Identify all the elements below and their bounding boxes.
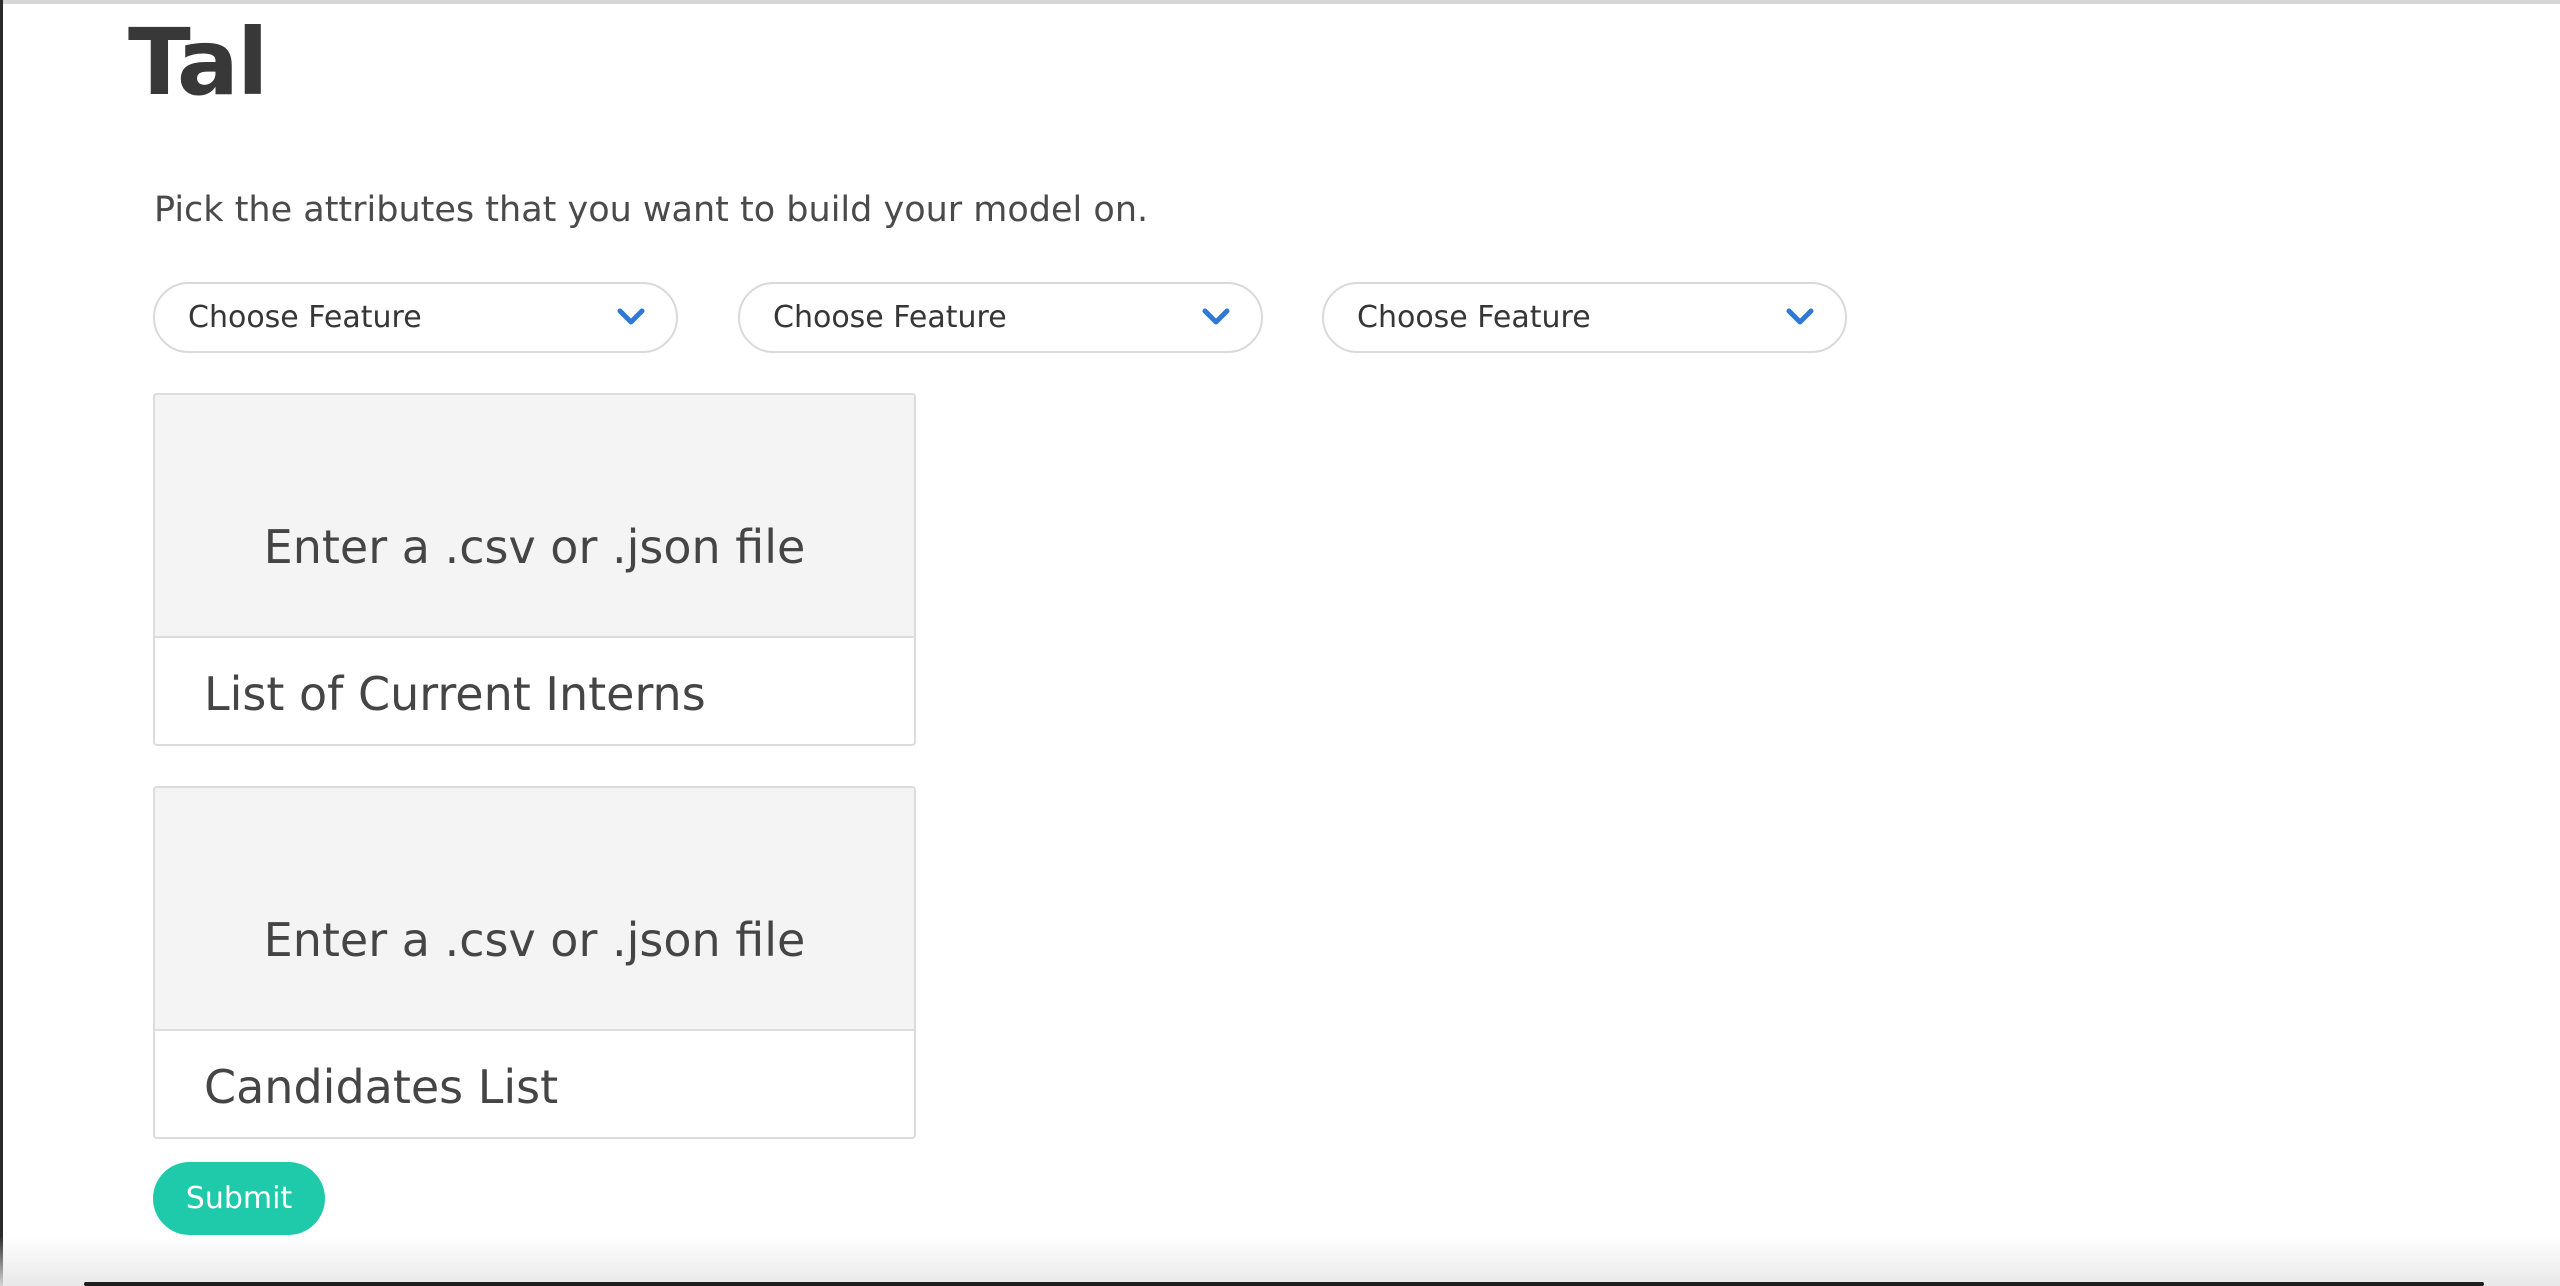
upload-card-label: Candidates List	[204, 1060, 559, 1114]
window-left-border	[0, 0, 3, 1286]
file-drop-zone-candidates[interactable]: Enter a .csv or .json file	[155, 788, 914, 1031]
upload-card-candidates: Enter a .csv or .json file Candidates Li…	[153, 786, 916, 1139]
window-bottom-shadow	[0, 1236, 2560, 1286]
feature-select-1[interactable]: Choose Feature	[153, 282, 678, 353]
file-drop-zone-current-interns[interactable]: Enter a .csv or .json file	[155, 395, 914, 638]
submit-button[interactable]: Submit	[153, 1162, 325, 1235]
window-bottom-border	[84, 1282, 2484, 1286]
chevron-down-icon	[1202, 308, 1230, 325]
upload-card-current-interns: Enter a .csv or .json file List of Curre…	[153, 393, 916, 746]
window-top-border	[0, 0, 2560, 4]
instruction-text: Pick the attributes that you want to bui…	[154, 190, 1149, 230]
feature-select-label: Choose Feature	[1357, 300, 1591, 335]
upload-card-label: List of Current Interns	[204, 667, 706, 721]
page-title: Tal	[128, 9, 269, 116]
file-drop-prompt: Enter a .csv or .json file	[263, 913, 806, 967]
file-drop-prompt: Enter a .csv or .json file	[263, 520, 806, 574]
feature-select-label: Choose Feature	[773, 300, 1007, 335]
feature-select-label: Choose Feature	[188, 300, 422, 335]
feature-select-2[interactable]: Choose Feature	[738, 282, 1263, 353]
feature-select-3[interactable]: Choose Feature	[1322, 282, 1847, 353]
chevron-down-icon	[1786, 308, 1814, 325]
chevron-down-icon	[617, 308, 645, 325]
